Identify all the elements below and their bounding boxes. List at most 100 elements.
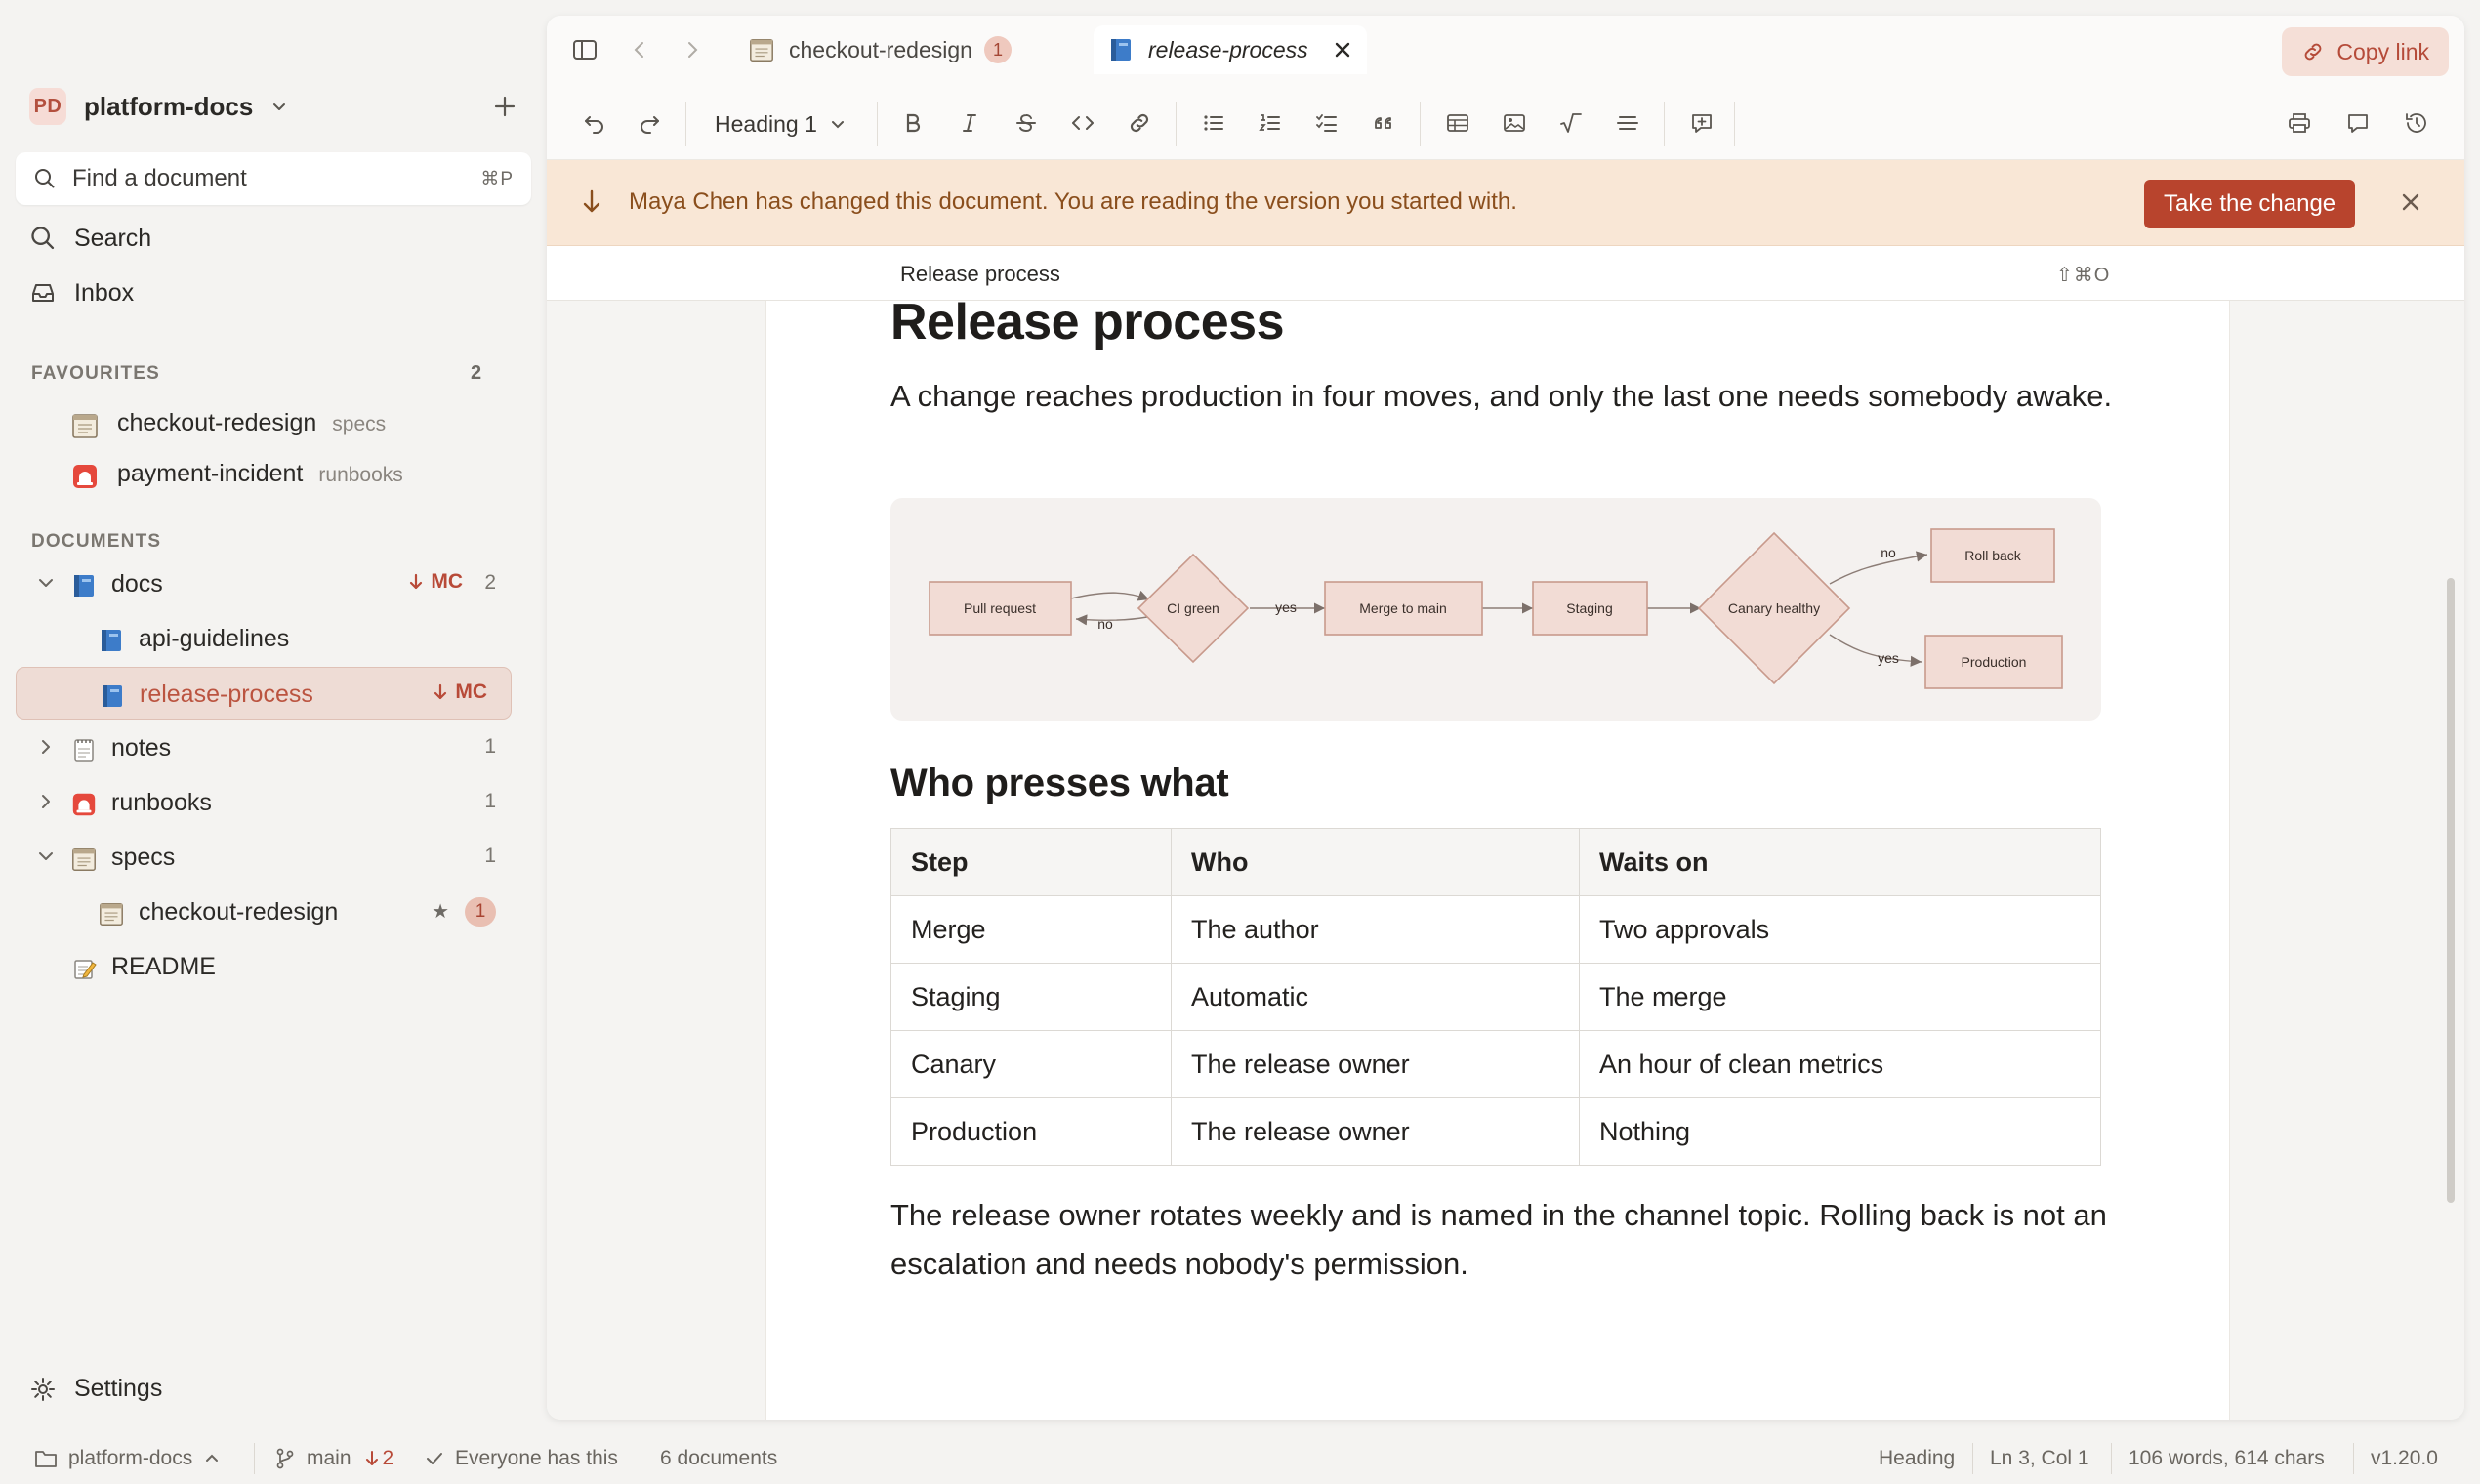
close-icon[interactable] — [1332, 39, 1353, 61]
tree-doc-checkout-redesign[interactable]: checkout-redesign ★ 1 — [16, 886, 512, 938]
scrollbar[interactable] — [2447, 578, 2455, 1203]
add-comment-icon[interactable] — [1683, 104, 1720, 142]
documents-heading: DOCUMENTS — [31, 531, 162, 552]
table-cell: The merge — [1579, 963, 2101, 1031]
workspace-name: platform-docs — [84, 91, 254, 121]
status-cursor[interactable]: Ln 3, Col 1 — [1990, 1447, 2089, 1470]
tree-doc-api-guidelines[interactable]: api-guidelines — [16, 612, 512, 665]
redo-icon[interactable] — [631, 104, 668, 142]
code-icon[interactable] — [1064, 104, 1101, 142]
outline-bar: Release process ⇧⌘O — [547, 246, 2464, 301]
notebook-icon — [748, 36, 775, 63]
tab-checkout-redesign[interactable]: checkout-redesign 1 — [748, 25, 1012, 74]
document-title: Release process — [890, 294, 1285, 350]
block-type-select[interactable]: Heading 1 — [715, 105, 847, 143]
change-banner: Maya Chen has changed this document. You… — [547, 160, 2464, 246]
chevron-right-icon[interactable] — [35, 736, 57, 758]
divider-icon[interactable] — [1609, 104, 1646, 142]
tree-folder-notes[interactable]: notes 1 — [16, 721, 512, 774]
find-document-shortcut: ⌘P — [480, 168, 514, 189]
print-icon[interactable] — [2281, 104, 2318, 142]
changed-by-initials: MC — [455, 680, 487, 703]
quote-icon[interactable] — [1365, 104, 1402, 142]
comments-icon[interactable] — [2339, 104, 2377, 142]
table-icon[interactable] — [1439, 104, 1476, 142]
image-icon[interactable] — [1496, 104, 1533, 142]
nav-search[interactable]: Search — [29, 219, 151, 258]
tree-label: release-process — [140, 680, 313, 708]
favourite-item-checkout-redesign[interactable]: checkout-redesign specs — [16, 396, 512, 449]
bold-icon[interactable] — [894, 104, 931, 142]
chevron-down-icon — [270, 98, 288, 115]
italic-icon[interactable] — [951, 104, 988, 142]
favourite-item-payment-incident[interactable]: payment-incident runbooks — [16, 447, 512, 500]
nav-inbox[interactable]: Inbox — [29, 273, 134, 312]
diagram-edge-label: yes — [1878, 650, 1899, 666]
editor-panel: checkout-redesign 1 release-process Copy… — [547, 16, 2464, 1420]
outro-paragraph: The release owner rotates weekly and is … — [890, 1198, 2107, 1281]
intro-paragraph: A change reaches production in four move… — [890, 379, 2113, 413]
checklist-icon[interactable] — [1308, 104, 1345, 142]
back-icon[interactable] — [621, 31, 658, 68]
table-cell: Staging — [890, 963, 1172, 1031]
take-the-change-button[interactable]: Take the change — [2144, 180, 2356, 228]
table-header-cell: Waits on — [1579, 828, 2101, 896]
tree-doc-readme[interactable]: README — [16, 940, 512, 993]
favourites-heading: FAVOURITES — [31, 363, 160, 384]
changed-by-initials: MC — [431, 570, 463, 593]
workspace-switcher[interactable]: PD platform-docs — [29, 86, 288, 127]
arrow-down-icon — [580, 187, 603, 217]
siren-icon — [70, 462, 100, 491]
star-icon[interactable]: ★ — [432, 899, 449, 924]
tree-count: 1 — [484, 790, 496, 812]
bullet-list-icon[interactable] — [1195, 104, 1232, 142]
table-cell: Two approvals — [1579, 895, 2101, 964]
forward-icon[interactable] — [674, 31, 711, 68]
numbered-list-icon[interactable] — [1252, 104, 1289, 142]
status-branch-name: main — [307, 1447, 351, 1469]
search-icon — [33, 167, 57, 190]
history-icon[interactable] — [2398, 104, 2435, 142]
tree-folder-specs[interactable]: specs 1 — [16, 831, 512, 884]
undo-icon[interactable] — [576, 104, 613, 142]
status-bar: platform-docs main 2 Everyone has this 6… — [0, 1433, 2480, 1484]
arrow-down-icon — [365, 1451, 378, 1465]
arrow-down-icon — [434, 683, 447, 700]
tab-release-process[interactable]: release-process — [1094, 25, 1367, 74]
tree-label: docs — [111, 570, 163, 598]
status-doc-count: 6 documents — [660, 1447, 778, 1469]
section-heading: Who presses what — [890, 762, 1229, 804]
tree-folder-runbooks[interactable]: runbooks 1 — [16, 776, 512, 829]
outline-current-heading[interactable]: Release process — [900, 262, 1060, 287]
inbox-icon — [29, 279, 74, 307]
link-icon[interactable] — [1121, 104, 1158, 142]
diagram-edge-label: no — [1097, 616, 1113, 632]
responsibility-table: Step Who Waits on Merge The author Two a… — [890, 828, 2101, 1166]
strikethrough-icon[interactable] — [1008, 104, 1045, 142]
close-icon[interactable] — [2398, 189, 2423, 215]
table-cell: An hour of clean metrics — [1579, 1030, 2101, 1098]
copy-link-button[interactable]: Copy link — [2282, 27, 2449, 76]
sidebar-toggle-icon[interactable] — [566, 31, 603, 68]
table-header-cell: Step — [890, 828, 1172, 896]
new-document-icon[interactable] — [488, 90, 521, 123]
chevron-down-icon[interactable] — [35, 845, 57, 867]
tab-label: release-process — [1148, 36, 1308, 62]
status-version: v1.20.0 — [2371, 1447, 2438, 1469]
status-branch[interactable]: main 2 — [273, 1447, 393, 1470]
table-header-cell: Who — [1171, 828, 1580, 896]
settings-button[interactable]: Settings — [29, 1375, 162, 1403]
find-document-input[interactable]: Find a document ⌘P — [16, 152, 531, 205]
tree-folder-docs[interactable]: docs MC 2 — [16, 557, 512, 610]
chevron-down-icon[interactable] — [35, 572, 57, 594]
comment-count-badge: 1 — [465, 897, 496, 927]
tree-label: api-guidelines — [139, 625, 290, 652]
chevron-right-icon[interactable] — [35, 791, 57, 812]
tab-bar: checkout-redesign 1 release-process Copy… — [547, 16, 2464, 86]
math-icon[interactable] — [1552, 104, 1590, 142]
table-cell: Merge — [890, 895, 1172, 964]
status-workspace[interactable]: platform-docs — [33, 1447, 231, 1470]
tree-doc-release-process[interactable]: release-process MC — [16, 667, 512, 720]
tree-count: 1 — [484, 845, 496, 867]
status-sync: Everyone has this — [424, 1447, 618, 1470]
